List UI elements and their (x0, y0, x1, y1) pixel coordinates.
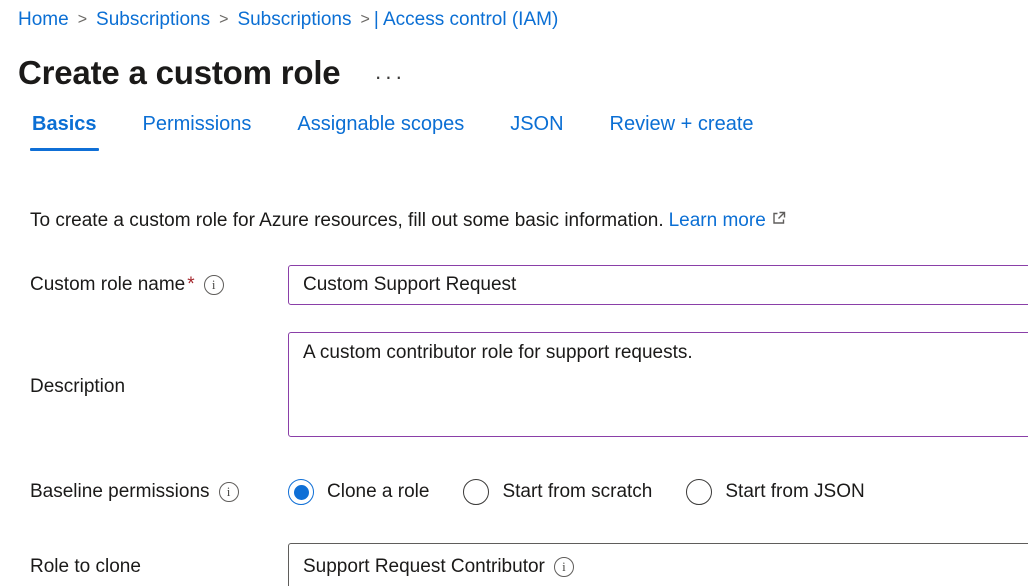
breadcrumb-subscriptions-2[interactable]: Subscriptions (237, 8, 351, 32)
radio-start-from-json[interactable]: Start from JSON (686, 479, 864, 505)
radio-start-from-scratch-label: Start from scratch (502, 481, 652, 503)
custom-role-name-row: Custom role name* i (0, 265, 1028, 305)
role-to-clone-label-group: Role to clone (0, 543, 288, 586)
description-row: Description A custom contributor role fo… (0, 332, 1028, 442)
radio-clone-a-role-label: Clone a role (327, 481, 429, 503)
info-icon[interactable]: i (554, 557, 574, 577)
radio-clone-a-role[interactable]: Clone a role (288, 479, 429, 505)
create-custom-role-page: Home > Subscriptions > Subscriptions > |… (0, 0, 1028, 586)
breadcrumb: Home > Subscriptions > Subscriptions > |… (18, 8, 1028, 32)
info-icon[interactable]: i (204, 275, 224, 295)
page-title: Create a custom role (18, 52, 340, 94)
breadcrumb-separator-icon: > (78, 8, 87, 32)
custom-role-name-label-group: Custom role name* i (0, 265, 288, 305)
intro-text: To create a custom role for Azure resour… (30, 208, 1028, 234)
tab-permissions[interactable]: Permissions (143, 110, 252, 138)
required-asterisk: * (187, 274, 194, 295)
description-field-col: A custom contributor role for support re… (288, 332, 1028, 442)
tab-review-create[interactable]: Review + create (610, 110, 754, 138)
radio-start-from-json-label: Start from JSON (725, 481, 864, 503)
role-to-clone-dropdown[interactable]: Support Request Contributor i (288, 543, 1028, 586)
role-to-clone-value: Support Request Contributor (303, 556, 545, 578)
radio-start-from-scratch[interactable]: Start from scratch (463, 479, 652, 505)
more-menu-icon[interactable]: ··· (374, 67, 405, 87)
learn-more-link[interactable]: Learn more (669, 208, 766, 234)
description-textarea[interactable]: A custom contributor role for support re… (288, 332, 1028, 437)
title-row: Create a custom role ··· (18, 52, 1028, 94)
baseline-permissions-label: Baseline permissions (30, 481, 210, 503)
role-to-clone-row: Role to clone Support Request Contributo… (0, 543, 1028, 586)
intro-sentence: To create a custom role for Azure resour… (30, 208, 664, 234)
tab-bar: Basics Permissions Assignable scopes JSO… (32, 110, 1028, 138)
baseline-permissions-row: Baseline permissions i Clone a role Star… (0, 472, 1028, 512)
custom-role-name-input[interactable] (288, 265, 1028, 305)
info-icon[interactable]: i (219, 482, 239, 502)
radio-unselected-icon (463, 479, 489, 505)
breadcrumb-access-control-iam[interactable]: | Access control (IAM) (374, 8, 558, 32)
tab-json[interactable]: JSON (510, 110, 563, 138)
description-label: Description (30, 376, 125, 398)
breadcrumb-separator-icon: > (219, 8, 228, 32)
tab-assignable-scopes[interactable]: Assignable scopes (297, 110, 464, 138)
radio-selected-icon (288, 479, 314, 505)
breadcrumb-separator-icon: > (361, 8, 370, 32)
role-to-clone-field-col: Support Request Contributor i (288, 543, 1028, 586)
role-to-clone-label: Role to clone (30, 556, 141, 578)
baseline-permissions-label-group: Baseline permissions i (0, 472, 288, 512)
tab-basics[interactable]: Basics (32, 110, 97, 138)
radio-unselected-icon (686, 479, 712, 505)
custom-role-name-field-col (288, 265, 1028, 305)
baseline-permissions-field-col: Clone a role Start from scratch Start fr… (288, 472, 1028, 512)
description-label-group: Description (0, 332, 288, 442)
external-link-icon (771, 208, 787, 234)
baseline-permissions-radio-group: Clone a role Start from scratch Start fr… (288, 472, 1028, 512)
breadcrumb-home[interactable]: Home (18, 8, 69, 32)
breadcrumb-subscriptions[interactable]: Subscriptions (96, 8, 210, 32)
custom-role-name-label: Custom role name* (30, 274, 195, 296)
